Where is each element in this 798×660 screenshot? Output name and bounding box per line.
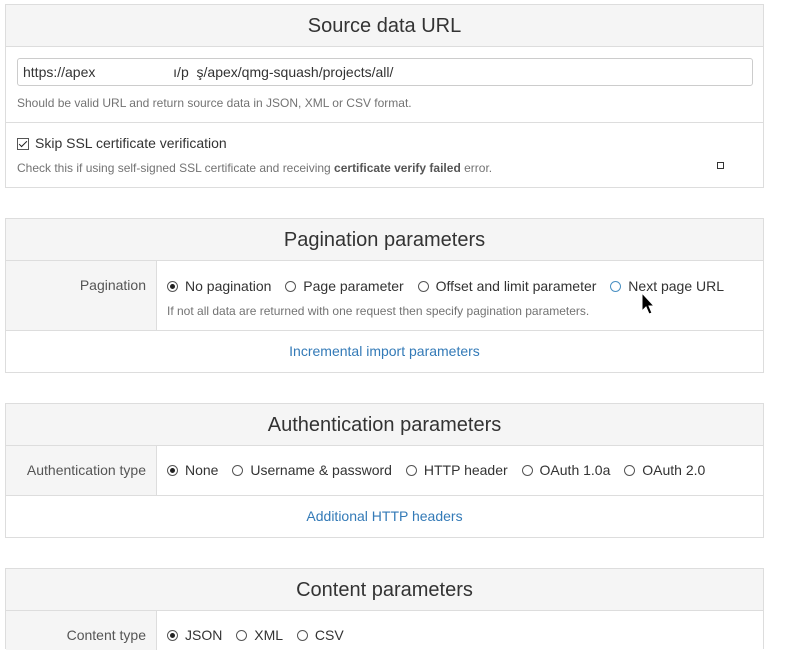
content-type-row: Content type JSON XML CSV	[6, 611, 763, 650]
ssl-checkbox-label[interactable]: Skip SSL certificate verification	[17, 135, 227, 151]
ssl-checkbox[interactable]	[17, 138, 29, 151]
headers-row: Additional HTTP headers	[6, 496, 763, 537]
ssl-row: Skip SSL certificate verification Check …	[6, 123, 763, 187]
small-square-icon	[717, 162, 724, 169]
radio-auth-none[interactable]: None	[167, 462, 218, 478]
radio-auth-http-header[interactable]: HTTP header	[405, 462, 508, 478]
radio-content-xml[interactable]: XML	[236, 627, 283, 643]
content-type-label: Content type	[6, 611, 157, 650]
radio-label: Page parameter	[303, 278, 404, 294]
radio-content-json[interactable]: JSON	[167, 627, 222, 643]
radio-dot-icon	[167, 280, 178, 292]
radio-content-csv[interactable]: CSV	[296, 627, 344, 643]
ssl-help-prefix: Check this if using self-signed SSL cert…	[17, 161, 335, 175]
content-panel: Content parameters Content type JSON XML…	[5, 568, 764, 650]
source-data-title: Source data URL	[6, 5, 763, 47]
ssl-help-bold: certificate verify failed	[334, 161, 461, 175]
additional-http-headers-link[interactable]: Additional HTTP headers	[6, 496, 763, 537]
radio-dot-icon	[405, 464, 417, 476]
radio-label: Username & password	[250, 462, 392, 478]
radio-label: CSV	[314, 627, 344, 643]
radio-label: No pagination	[185, 278, 272, 294]
mouse-cursor-icon	[641, 292, 655, 315]
radio-dot-icon	[167, 464, 178, 476]
url-help-text: Should be valid URL and return source da…	[17, 96, 412, 110]
incremental-import-link[interactable]: Incremental import parameters	[6, 331, 763, 372]
content-title: Content parameters	[6, 569, 763, 611]
radio-label: HTTP header	[423, 462, 508, 478]
radio-dot-icon	[232, 464, 244, 476]
radio-dot-icon	[624, 464, 636, 476]
radio-auth-username-password[interactable]: Username & password	[232, 462, 392, 478]
authentication-panel: Authentication parameters Authentication…	[5, 403, 764, 538]
radio-dot-icon	[610, 280, 622, 292]
source-url-input[interactable]	[17, 58, 753, 86]
auth-type-row: Authentication type None Username & pass…	[6, 446, 763, 496]
ssl-help-text: Check this if using self-signed SSL cert…	[17, 161, 492, 175]
content-radio-group: JSON XML CSV	[167, 627, 354, 644]
radio-offset-limit[interactable]: Offset and limit parameter	[417, 278, 597, 294]
radio-dot-icon	[167, 629, 178, 641]
radio-no-pagination[interactable]: No pagination	[167, 278, 271, 294]
radio-dot-icon	[521, 464, 533, 476]
radio-label: None	[185, 462, 219, 478]
auth-radio-group: None Username & password HTTP header OAu…	[167, 462, 715, 479]
ssl-label-text: Skip SSL certificate verification	[35, 135, 227, 151]
radio-page-parameter[interactable]: Page parameter	[285, 278, 404, 294]
source-data-panel: Source data URL Should be valid URL and …	[5, 4, 764, 188]
radio-dot-icon	[296, 629, 308, 641]
radio-label: OAuth 1.0a	[539, 462, 611, 478]
radio-auth-oauth1[interactable]: OAuth 1.0a	[521, 462, 611, 478]
radio-dot-icon	[285, 280, 297, 292]
ssl-help-suffix: error.	[460, 161, 493, 175]
radio-label: OAuth 2.0	[642, 462, 706, 478]
authentication-title: Authentication parameters	[6, 404, 763, 446]
radio-label: Offset and limit parameter	[435, 278, 597, 294]
incremental-row: Incremental import parameters	[6, 331, 763, 372]
pagination-label: Pagination	[6, 261, 157, 330]
radio-label: XML	[254, 627, 284, 643]
radio-dot-icon	[417, 280, 429, 292]
pagination-help-text: If not all data are returned with one re…	[167, 304, 590, 318]
auth-type-label: Authentication type	[6, 446, 157, 495]
radio-label: JSON	[185, 627, 223, 643]
pagination-title: Pagination parameters	[6, 219, 763, 261]
radio-next-page-url[interactable]: Next page URL	[610, 278, 724, 294]
radio-dot-icon	[236, 629, 248, 641]
radio-auth-oauth2[interactable]: OAuth 2.0	[624, 462, 705, 478]
url-row: Should be valid URL and return source da…	[6, 47, 763, 123]
